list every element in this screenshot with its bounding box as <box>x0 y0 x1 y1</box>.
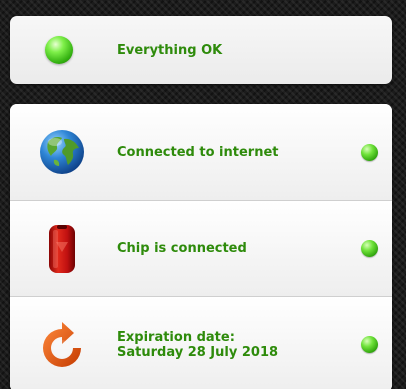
green-led-icon <box>361 143 378 161</box>
refresh-icon <box>38 321 86 369</box>
green-status-icon <box>44 35 74 65</box>
expiration-title: Expiration date: <box>117 329 235 345</box>
status-list-panel: Connected to internet Chip is connected … <box>10 104 392 389</box>
expiration-date: Saturday 28 July 2018 <box>117 344 279 360</box>
list-item-chip: Chip is connected <box>10 200 392 296</box>
overall-status-row: Everything OK <box>10 16 392 84</box>
overall-status-panel: Everything OK <box>10 16 392 84</box>
internet-status-label: Connected to internet <box>117 144 279 160</box>
chip-icon <box>38 224 86 273</box>
globe-icon <box>38 128 86 176</box>
list-item-internet: Connected to internet <box>10 104 392 200</box>
overall-status-label: Everything OK <box>117 42 223 58</box>
green-led-icon <box>361 336 378 353</box>
green-led-icon <box>361 240 378 257</box>
chip-status-label: Chip is connected <box>117 241 247 256</box>
list-item-expiration: Expiration date: Saturday 28 July 2018 <box>10 296 392 389</box>
expiration-label: Expiration date: Saturday 28 July 2018 <box>117 330 278 360</box>
